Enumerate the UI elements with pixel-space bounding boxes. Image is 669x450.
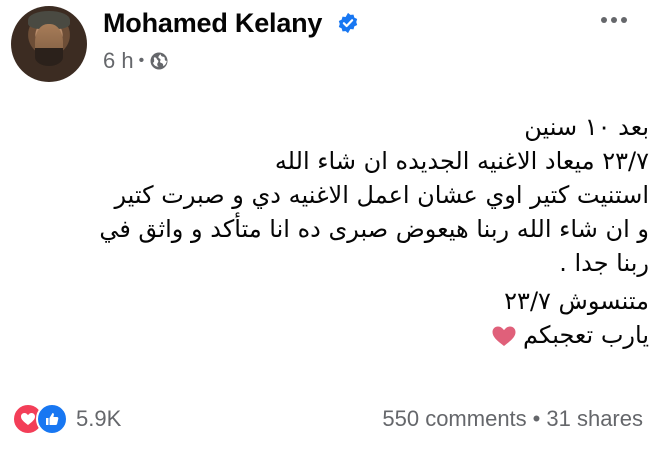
avatar[interactable] bbox=[11, 6, 87, 82]
author-name[interactable]: Mohamed Kelany bbox=[103, 6, 322, 40]
post-footer: 5.9K 550 comments • 31 shares bbox=[0, 398, 669, 438]
post-line: استنيت كتير اوي عشان اعمل الاغنيه دي و ص… bbox=[114, 181, 649, 209]
globe-icon[interactable] bbox=[149, 51, 169, 71]
post-line: يارب تعجبكم bbox=[522, 321, 649, 349]
heart-emoji-icon bbox=[492, 326, 516, 346]
post-line: و ان شاء الله ربنا هيعوض صبرى ده انا متأ… bbox=[99, 215, 649, 243]
more-dot bbox=[611, 17, 617, 23]
like-reaction-icon bbox=[36, 403, 68, 435]
post-time[interactable]: 6 h bbox=[103, 48, 134, 74]
more-dot bbox=[621, 17, 627, 23]
verified-badge-icon bbox=[338, 12, 358, 34]
post-line: ٢٣/٧ ميعاد الاغنيه الجديده ان شاء الله bbox=[274, 147, 649, 175]
post-line: بعد ١٠ سنين bbox=[524, 113, 649, 141]
post-body: بعد ١٠ سنين ٢٣/٧ ميعاد الاغنيه الجديده ا… bbox=[30, 110, 649, 352]
reactions-summary[interactable]: 5.9K bbox=[12, 403, 122, 435]
post-header: Mohamed Kelany 6 h • bbox=[0, 0, 669, 90]
meta-separator: • bbox=[138, 52, 145, 69]
avatar-beard bbox=[35, 48, 63, 66]
comments-link[interactable]: 550 comments bbox=[382, 406, 526, 432]
post-line: ربنا جدا . bbox=[559, 249, 649, 277]
shares-link[interactable]: 31 shares bbox=[546, 406, 643, 432]
post-last-line: يارب تعجبكم bbox=[30, 318, 649, 352]
engagement-stats: 550 comments • 31 shares bbox=[382, 406, 643, 432]
more-options-icon[interactable] bbox=[594, 8, 634, 32]
more-dot bbox=[601, 17, 607, 23]
post-line: متنسوش ٢٣/٧ bbox=[504, 287, 649, 315]
reaction-count: 5.9K bbox=[76, 406, 122, 431]
stats-separator: • bbox=[532, 406, 541, 431]
post-meta: 6 h • bbox=[103, 48, 169, 74]
